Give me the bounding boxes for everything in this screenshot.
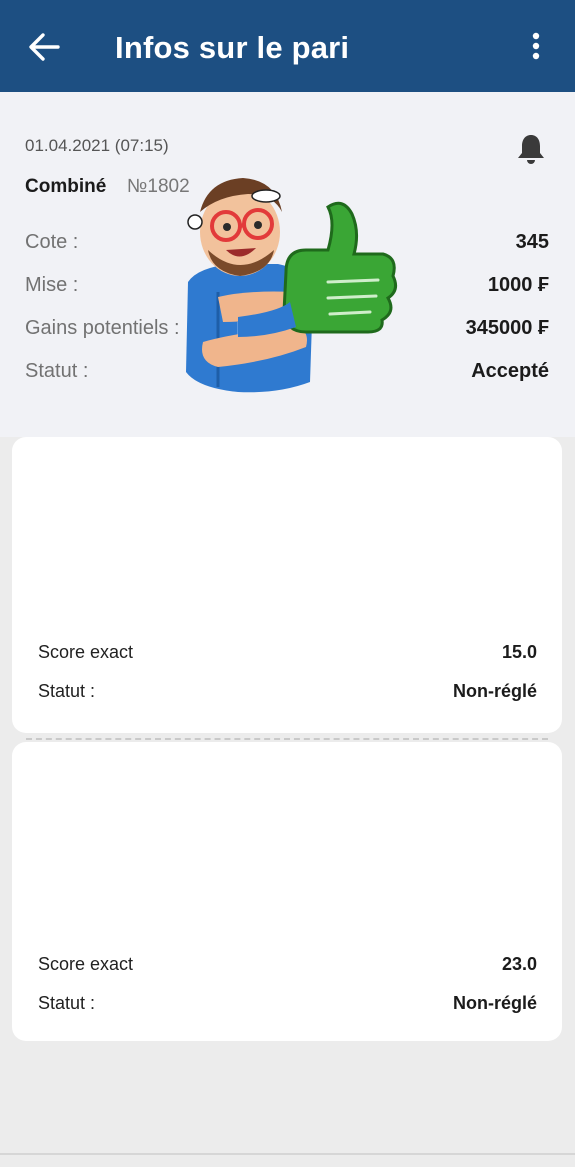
event-status-label: Statut : <box>38 681 96 701</box>
potential-win-value: 345000 ₣ <box>465 317 549 339</box>
odds-label: Cote : <box>25 231 79 253</box>
arrow-left-icon[interactable] <box>28 32 60 62</box>
event-status-value: Non-réglé <box>452 993 537 1013</box>
odds-value: 345 <box>515 231 549 253</box>
status-value: Accepté <box>471 360 549 382</box>
potential-win-label: Gains potentiels : <box>25 317 180 339</box>
thumbs-up-mascot-sticker: FE <box>186 178 398 393</box>
market-value: 15.0 <box>501 642 537 662</box>
stake-value: 1000 ₣ <box>487 274 549 296</box>
event-status-value: Non-réglé <box>452 681 537 701</box>
status-label: Statut : <box>25 360 89 382</box>
event-card[interactable]: Score exact 23.0 Statut : Non-réglé <box>12 742 562 1041</box>
market-value: 23.0 <box>501 954 537 974</box>
bell-icon[interactable] <box>515 132 547 166</box>
event-status-label: Statut : <box>38 993 96 1013</box>
dashed-divider <box>26 738 548 740</box>
market-label: Score exact <box>38 954 134 974</box>
bet-summary: 01.04.2021 (07:15) Combiné №1802 Cote : … <box>0 92 575 437</box>
stake-label: Mise : <box>25 274 79 296</box>
more-vertical-icon[interactable] <box>526 32 546 64</box>
page-title: Infos sur le pari <box>115 30 350 65</box>
event-card[interactable]: Score exact 15.0 Statut : Non-réglé <box>12 437 562 733</box>
bottom-divider <box>0 1153 575 1155</box>
app-header: Infos sur le pari <box>0 0 575 92</box>
footer-area <box>0 1053 575 1167</box>
bet-type: Combiné <box>25 176 107 197</box>
bet-date: 01.04.2021 (07:15) <box>25 136 169 155</box>
market-label: Score exact <box>38 642 134 662</box>
